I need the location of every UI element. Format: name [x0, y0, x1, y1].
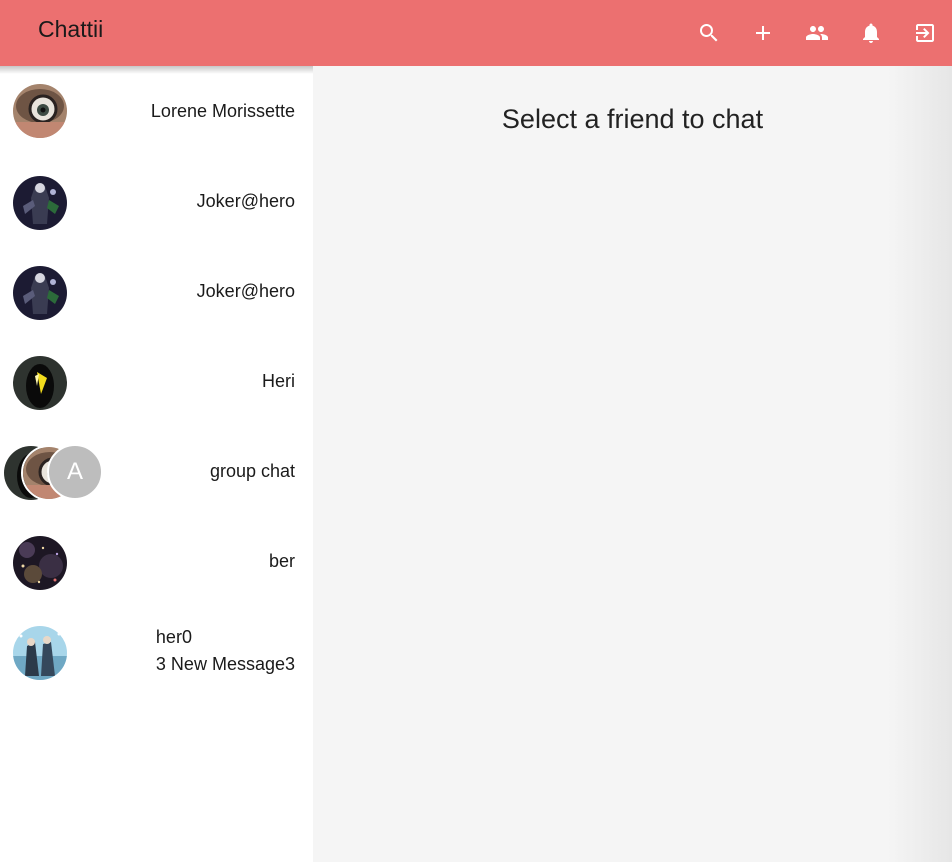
chat-item-group[interactable]: A group chat	[0, 426, 313, 516]
chat-name: her0	[155, 627, 192, 647]
toolbar	[682, 0, 952, 66]
people-icon	[806, 26, 828, 40]
add-icon	[756, 26, 770, 40]
notifications-button[interactable]	[844, 0, 898, 66]
chat-item-heri[interactable]: Heri	[0, 336, 313, 426]
chat-name: ber	[268, 551, 295, 571]
add-button[interactable]	[736, 0, 790, 66]
chat-item-her0[interactable]: her0 3 New Message3	[0, 606, 313, 696]
chat-panel: Select a friend to chat	[313, 66, 952, 862]
avatar	[13, 536, 67, 590]
chat-item-ber[interactable]: ber	[0, 516, 313, 606]
app-title: Chattii	[38, 16, 104, 42]
chat-text: her0 3 New Message3	[156, 624, 295, 678]
chat-name: Heri	[261, 371, 295, 391]
logout-icon	[916, 24, 934, 42]
chat-name: group chat	[209, 461, 295, 481]
chat-item-lorene[interactable]: Lorene Morissette	[0, 66, 313, 156]
logout-button[interactable]	[898, 0, 952, 66]
group-letter-avatar: A	[47, 444, 103, 500]
avatar	[13, 266, 67, 320]
chat-item-joker-1[interactable]: Joker@hero	[0, 156, 313, 246]
unread-count: 3 New Message3	[155, 654, 295, 674]
avatar	[13, 176, 67, 230]
avatar	[13, 626, 67, 680]
chat-name: Joker@hero	[196, 191, 295, 211]
search-button[interactable]	[682, 0, 736, 66]
chat-item-joker-2[interactable]: Joker@hero	[0, 246, 313, 336]
notifications-icon	[863, 23, 879, 43]
sidebar-shadow	[0, 66, 313, 74]
people-button[interactable]	[790, 0, 844, 66]
app-bar: Chattii	[0, 0, 952, 66]
chat-list: Lorene Morissette Joker@hero Joker@hero …	[0, 66, 313, 862]
chat-name: Joker@hero	[196, 281, 295, 301]
chat-name: Lorene Morissette	[150, 101, 295, 121]
avatar	[13, 84, 67, 138]
search-icon	[700, 24, 718, 42]
avatar	[13, 356, 67, 410]
empty-state-prompt: Select a friend to chat	[501, 104, 764, 134]
